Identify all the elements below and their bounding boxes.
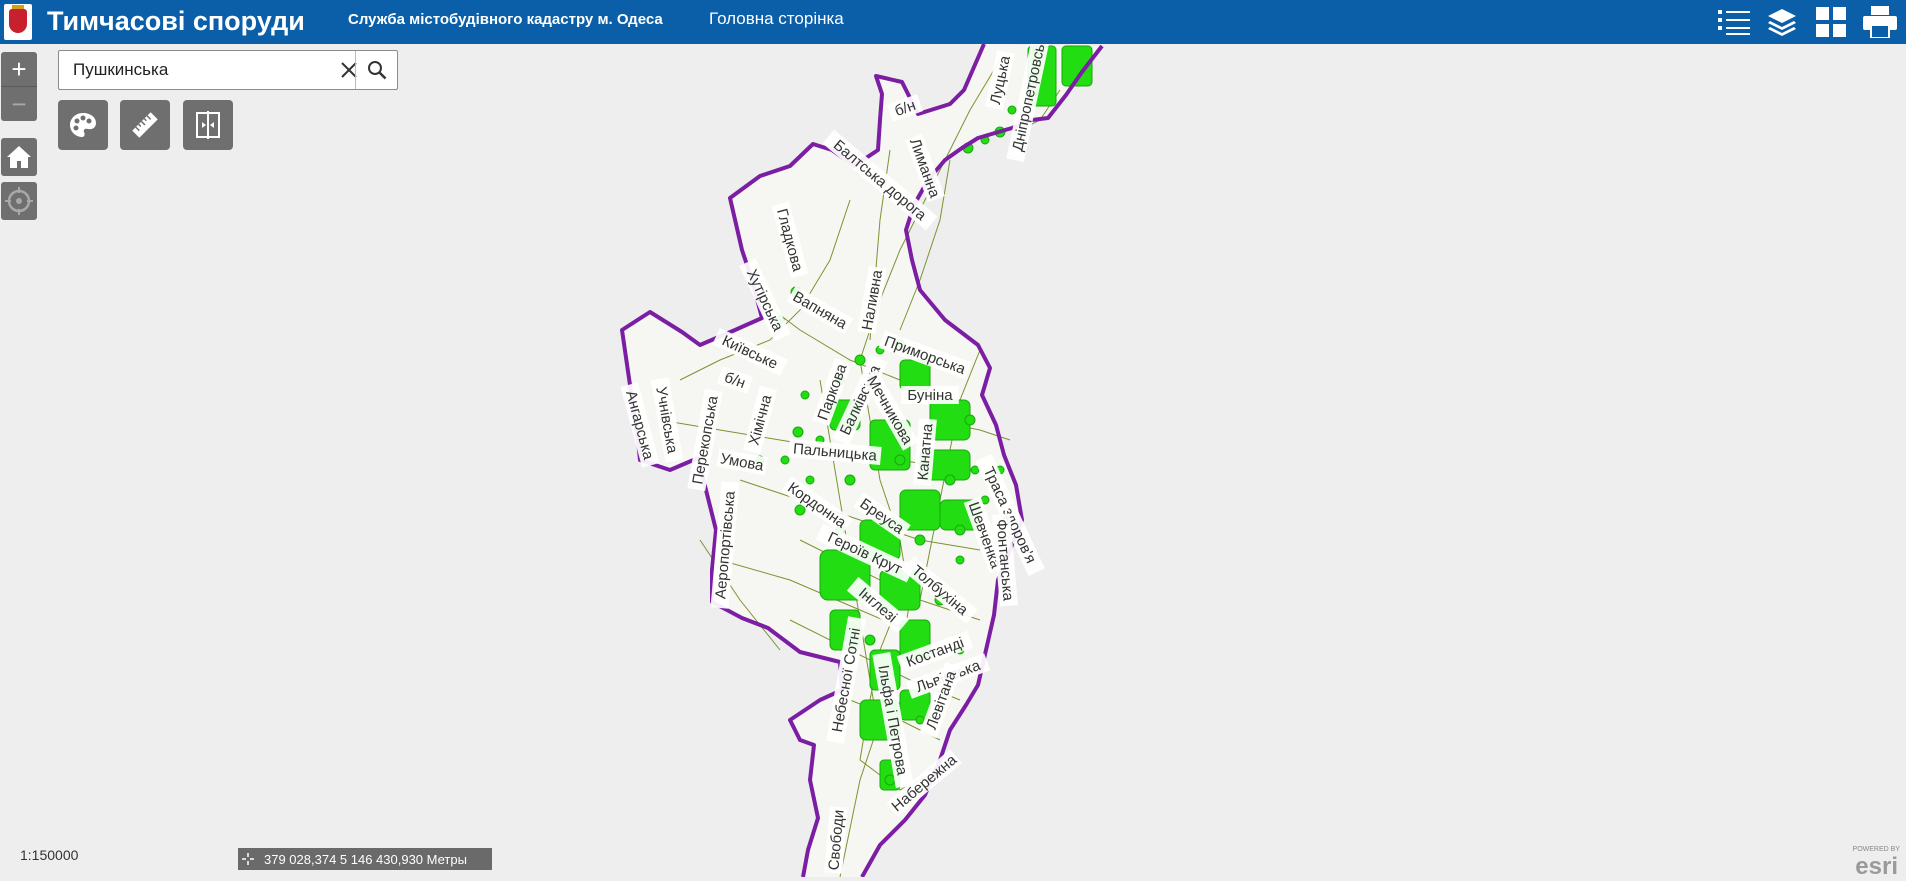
odessa-coat-of-arms-logo bbox=[4, 4, 32, 40]
zoom-out-button[interactable]: − bbox=[1, 86, 37, 121]
measure-tool-button[interactable] bbox=[120, 100, 170, 150]
swipe-tool-button[interactable] bbox=[183, 100, 233, 150]
coordinate-readout: 379 028,374 5 146 430,930 Метры bbox=[238, 848, 492, 870]
street-label: Буніна bbox=[901, 386, 959, 404]
locate-button[interactable] bbox=[1, 182, 37, 220]
print-icon[interactable] bbox=[1858, 0, 1902, 44]
search-widget bbox=[58, 50, 398, 90]
street-label-text: Буніна bbox=[907, 387, 953, 404]
search-button[interactable] bbox=[355, 51, 397, 89]
app-title: Тимчасові споруди bbox=[47, 6, 305, 36]
esri-logo[interactable]: POWERED BY esri bbox=[1822, 843, 1902, 880]
search-input[interactable] bbox=[60, 52, 350, 88]
home-extent-button[interactable] bbox=[1, 138, 37, 176]
search-icon bbox=[367, 61, 386, 80]
app-header: Тимчасові споруди Служба містобудівного … bbox=[0, 0, 1906, 44]
map-canvas[interactable]: ЛуцькаДніпропетровськаб/нЛиманнаБалтська… bbox=[0, 0, 1906, 877]
layers-icon[interactable] bbox=[1760, 0, 1804, 44]
zoom-in-button[interactable]: + bbox=[1, 52, 37, 86]
symbology-icon bbox=[70, 113, 96, 137]
home-icon bbox=[7, 146, 31, 168]
symbology-tool-button[interactable] bbox=[58, 100, 108, 150]
scale-text: 1:150000 bbox=[20, 847, 79, 863]
organization-name: Служба містобудівного кадастру м. Одеса bbox=[348, 11, 663, 28]
home-page-link[interactable]: Головна сторінка bbox=[709, 8, 844, 30]
measure-icon bbox=[132, 112, 158, 138]
swipe-icon bbox=[196, 111, 220, 139]
basemap-gallery-icon[interactable] bbox=[1809, 0, 1853, 44]
locate-icon bbox=[5, 187, 33, 215]
crosshair-icon[interactable] bbox=[238, 848, 258, 870]
zoom-control: + − bbox=[1, 52, 37, 121]
legend-icon[interactable] bbox=[1712, 0, 1756, 44]
coordinate-text: 379 028,374 5 146 430,930 Метры bbox=[264, 851, 467, 867]
